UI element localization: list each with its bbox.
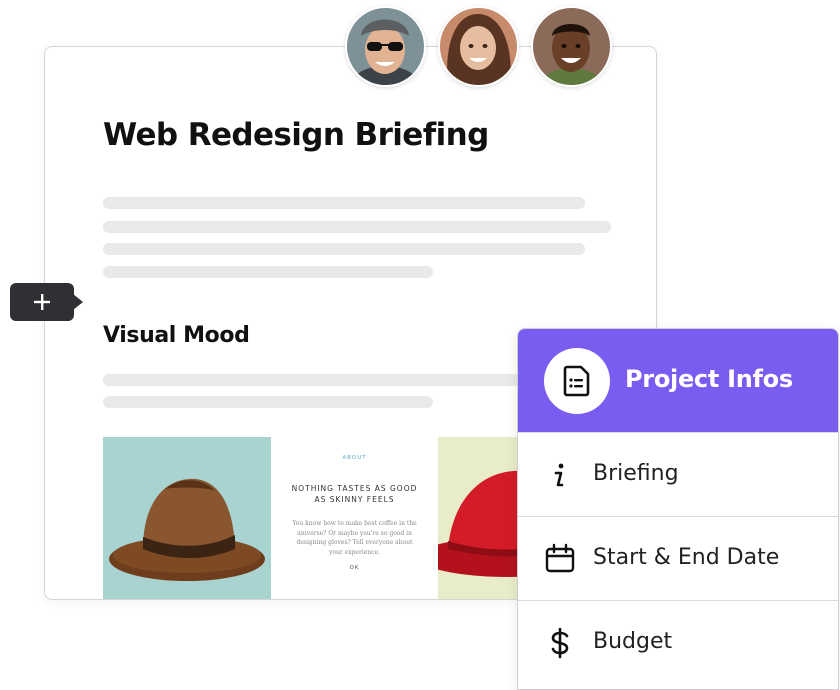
text-placeholder-line bbox=[103, 396, 433, 408]
document-list-icon bbox=[563, 365, 590, 397]
panel-item-start-end-date[interactable]: Start & End Date bbox=[518, 516, 838, 601]
info-icon bbox=[554, 463, 564, 487]
panel-item-briefing[interactable]: Briefing bbox=[518, 432, 838, 517]
avatar-man-sunglasses-icon bbox=[347, 8, 424, 85]
collaborator-avatar[interactable] bbox=[438, 6, 519, 87]
mood-ok-link: OK bbox=[349, 565, 360, 571]
collaborator-avatar[interactable] bbox=[345, 6, 426, 87]
document-title: Web Redesign Briefing bbox=[103, 117, 489, 153]
text-placeholder-line bbox=[103, 243, 585, 255]
avatar-woman-smiling-icon bbox=[440, 8, 517, 85]
panel-header: Project Infos bbox=[518, 329, 838, 432]
text-placeholder-line bbox=[103, 374, 523, 386]
collaborator-avatar[interactable] bbox=[531, 6, 612, 87]
text-placeholder-line bbox=[103, 266, 433, 278]
mood-body: You know how to make best coffee in the … bbox=[292, 520, 417, 556]
avatar-man-smiling-icon bbox=[533, 8, 610, 85]
section-title: Visual Mood bbox=[103, 323, 250, 348]
panel-item-label: Briefing bbox=[593, 461, 679, 486]
dollar-icon bbox=[551, 627, 569, 659]
panel-item-budget[interactable]: Budget bbox=[518, 600, 838, 685]
text-placeholder-line bbox=[103, 221, 611, 233]
mood-heading: NOTHING TASTES AS GOOD AS SKINNY FEELS bbox=[291, 484, 418, 504]
plus-icon bbox=[34, 294, 50, 310]
document-icon-badge bbox=[544, 348, 610, 414]
project-infos-panel: Project Infos Briefing Start & End Date … bbox=[517, 328, 839, 690]
mood-kicker: ABOUT bbox=[342, 455, 367, 461]
mood-image-brown-hat bbox=[103, 437, 271, 599]
mood-text-tile: ABOUT NOTHING TASTES AS GOOD AS SKINNY F… bbox=[271, 437, 438, 599]
brown-hat-icon bbox=[109, 478, 265, 581]
text-placeholder-line bbox=[103, 197, 585, 209]
add-block-button[interactable] bbox=[10, 283, 83, 321]
panel-item-label: Budget bbox=[593, 629, 673, 654]
panel-title: Project Infos bbox=[625, 365, 793, 393]
panel-item-label: Start & End Date bbox=[593, 545, 780, 570]
calendar-icon bbox=[545, 543, 575, 573]
